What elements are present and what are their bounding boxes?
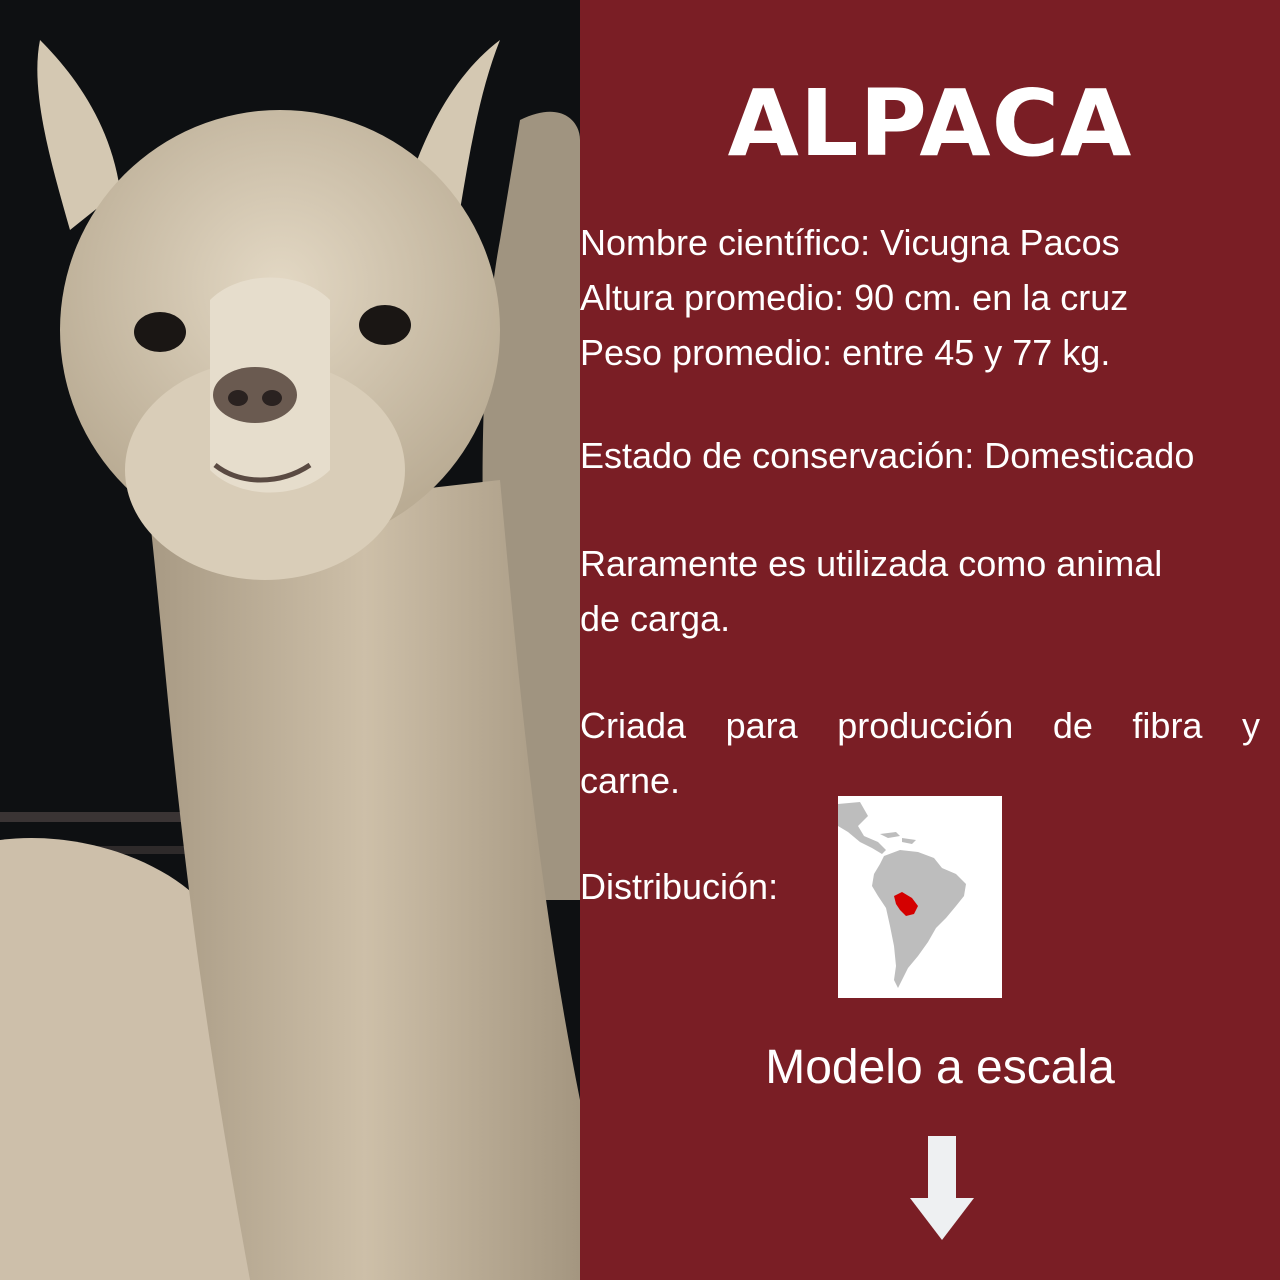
weight-text: Peso promedio: entre 45 y 77 kg. — [580, 332, 1111, 373]
arrow-down-icon — [910, 1136, 974, 1240]
usage-line-2: de carga. — [580, 598, 731, 639]
scale-model-label: Modelo a escala — [765, 1041, 1115, 1094]
south-america-map-icon — [838, 796, 1002, 998]
breeding-word: de — [1052, 705, 1093, 746]
breeding-word: y — [1241, 705, 1260, 746]
height-text: Altura promedio: 90 cm. en la cruz — [580, 277, 1129, 318]
page-title: ALPACA — [727, 70, 1133, 177]
distribution-label: Distribución: — [580, 866, 779, 907]
facts-block: Nombre científico: Vicugna Pacos Altura … — [580, 215, 1260, 380]
breeding-line-1: Criada para producción de fibra y — [580, 698, 1260, 753]
breeding-word: producción — [837, 705, 1014, 746]
conservation-block: Estado de conservación: Domesticado — [580, 428, 1260, 483]
usage-block: Raramente es utilizada como animal de ca… — [580, 536, 1260, 646]
conservation-text: Estado de conservación: Domesticado — [580, 435, 1195, 476]
breeding-word: para — [725, 705, 798, 746]
breeding-word: fibra — [1132, 705, 1203, 746]
breeding-word: Criada — [580, 705, 687, 746]
distribution-map — [838, 796, 1002, 998]
usage-line-1: Raramente es utilizada como animal — [580, 543, 1163, 584]
alpaca-info-card: ALPACA Nombre científico: Vicugna Pacos … — [0, 0, 1280, 1280]
alpaca-photo — [0, 0, 580, 1280]
scientific-name-text: Nombre científico: Vicugna Pacos — [580, 222, 1120, 263]
info-panel: ALPACA Nombre científico: Vicugna Pacos … — [580, 0, 1280, 1280]
breeding-block: Criada para producción de fibra y carne. — [580, 698, 1260, 808]
